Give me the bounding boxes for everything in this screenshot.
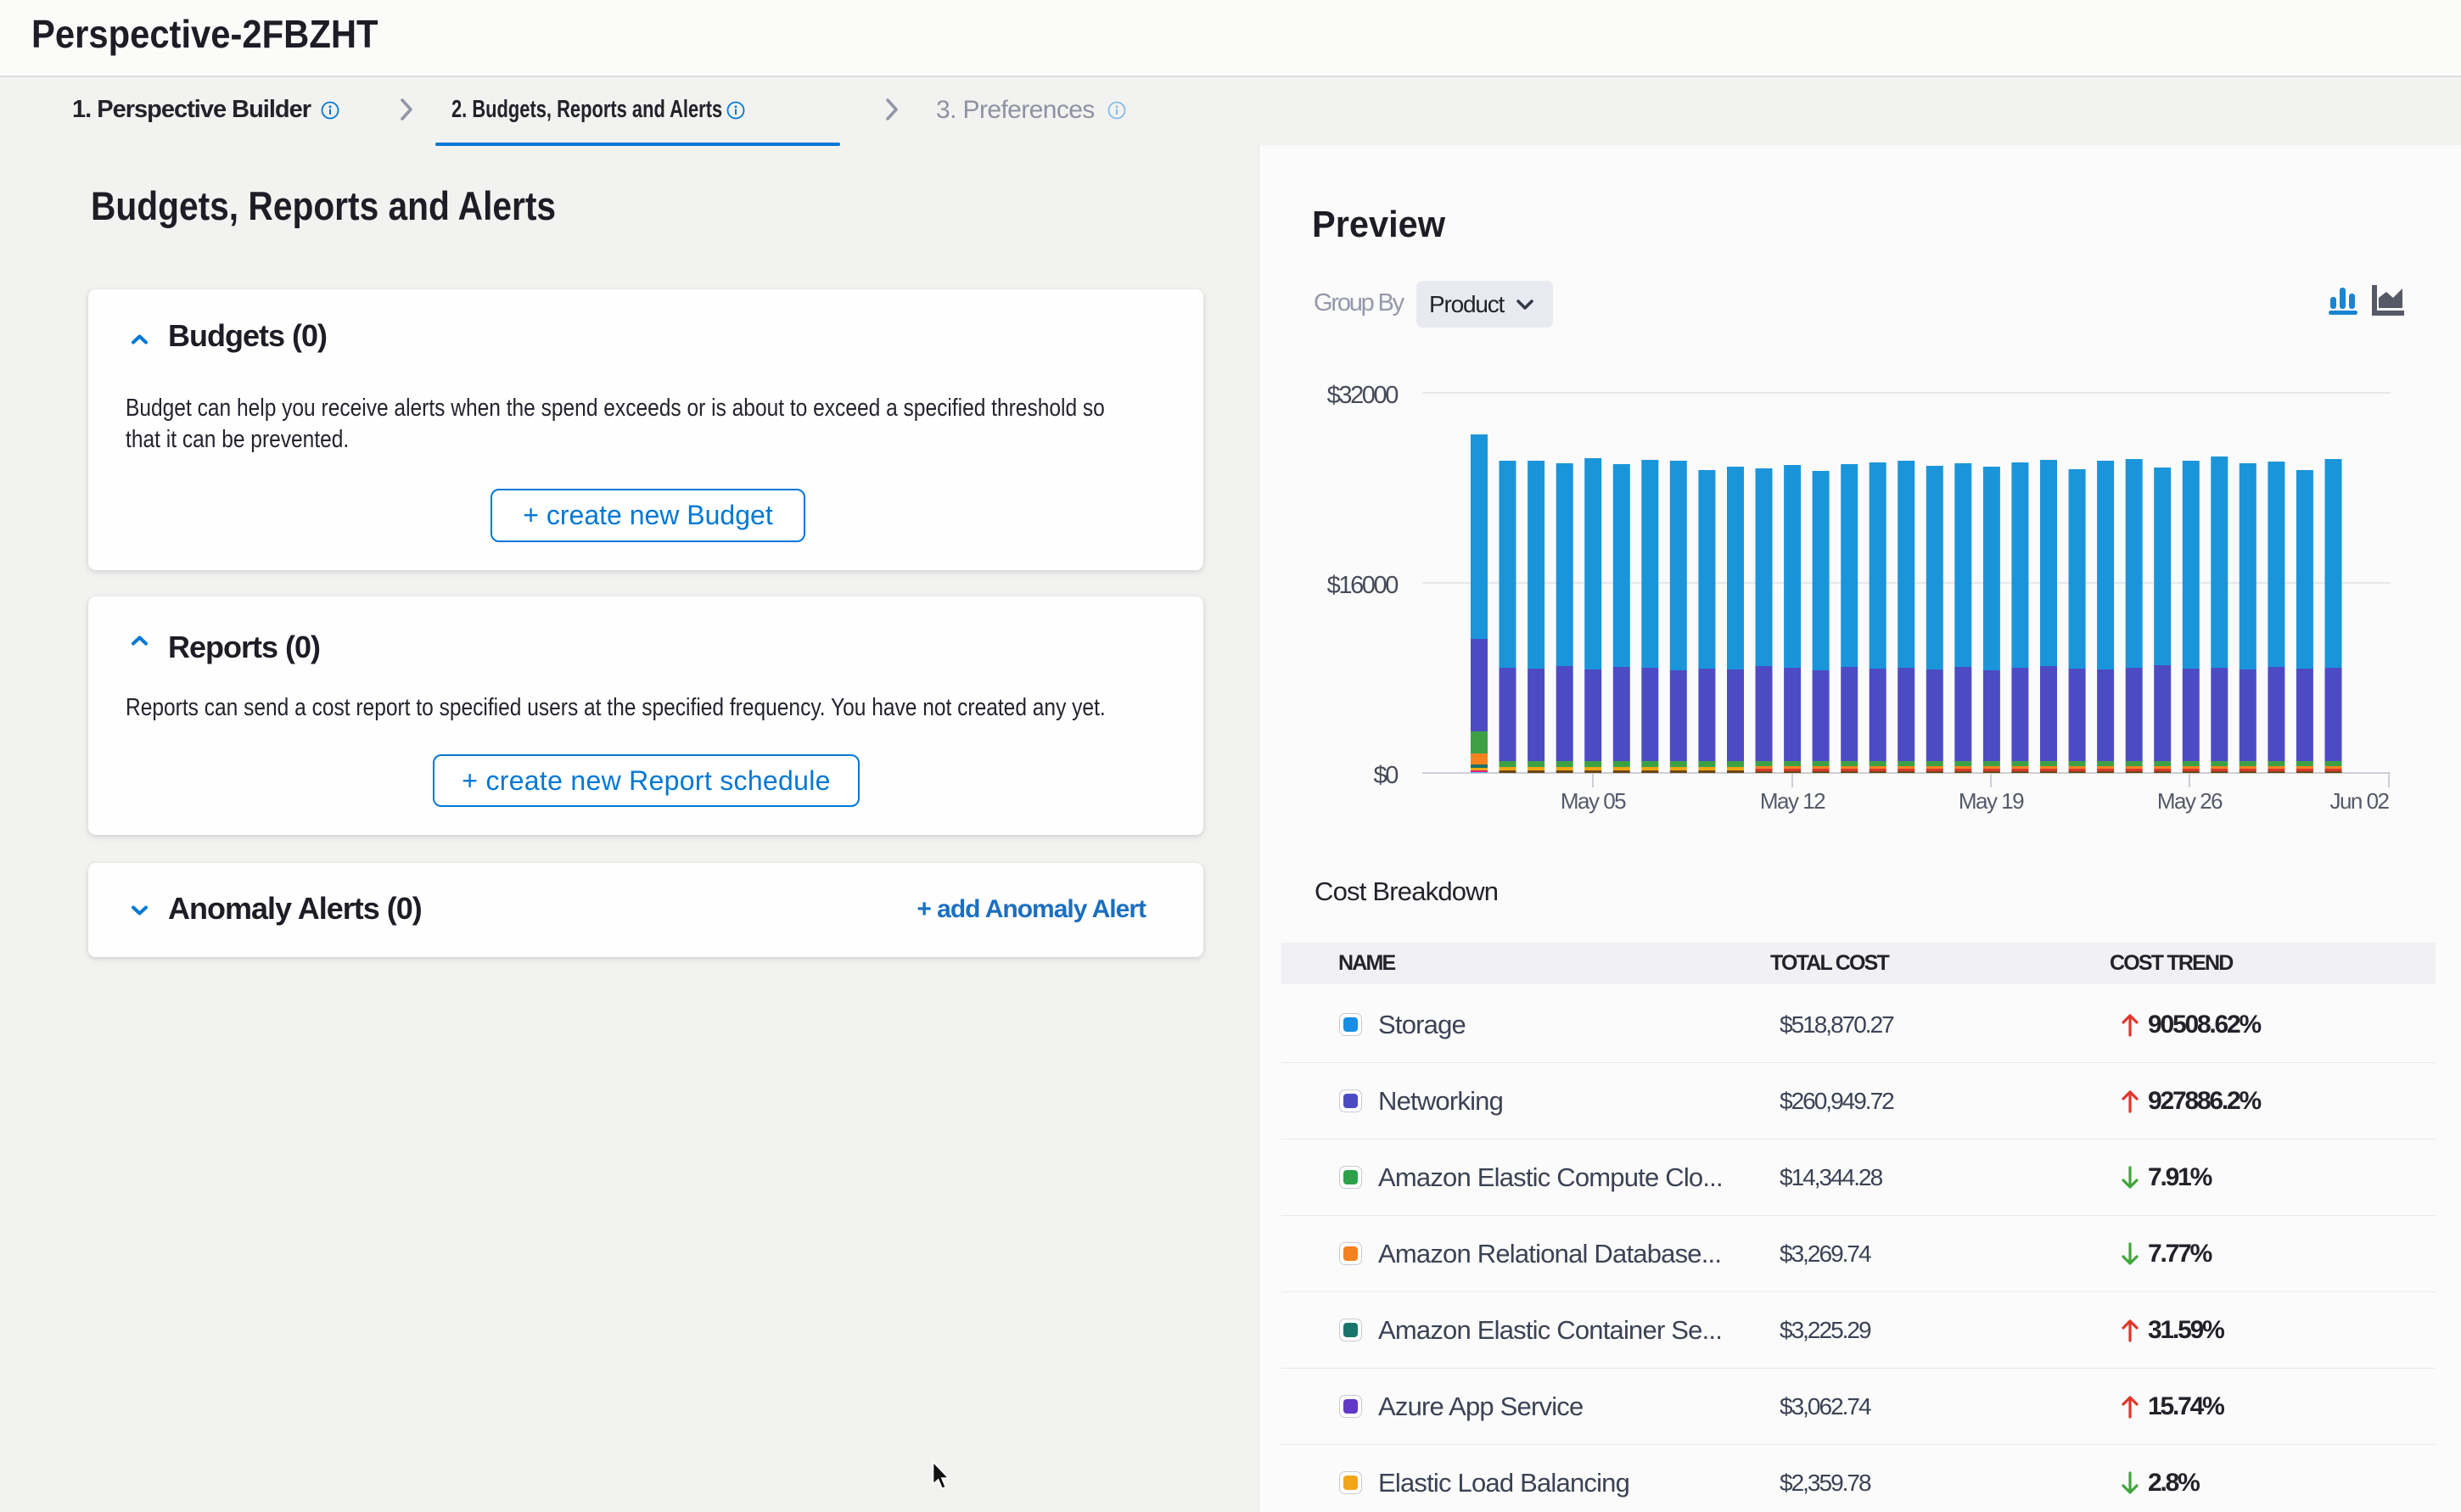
svg-text:May 19: May 19 bbox=[1959, 788, 2024, 814]
svg-text:$16000: $16000 bbox=[1327, 572, 1399, 599]
svg-text:May 05: May 05 bbox=[1561, 788, 1626, 814]
svg-text:$32000: $32000 bbox=[1327, 382, 1399, 409]
svg-text:May 12: May 12 bbox=[1760, 788, 1825, 814]
svg-text:May 26: May 26 bbox=[2157, 788, 2223, 814]
svg-text:Jun 02: Jun 02 bbox=[2329, 788, 2389, 814]
svg-text:$0: $0 bbox=[1374, 762, 1399, 789]
